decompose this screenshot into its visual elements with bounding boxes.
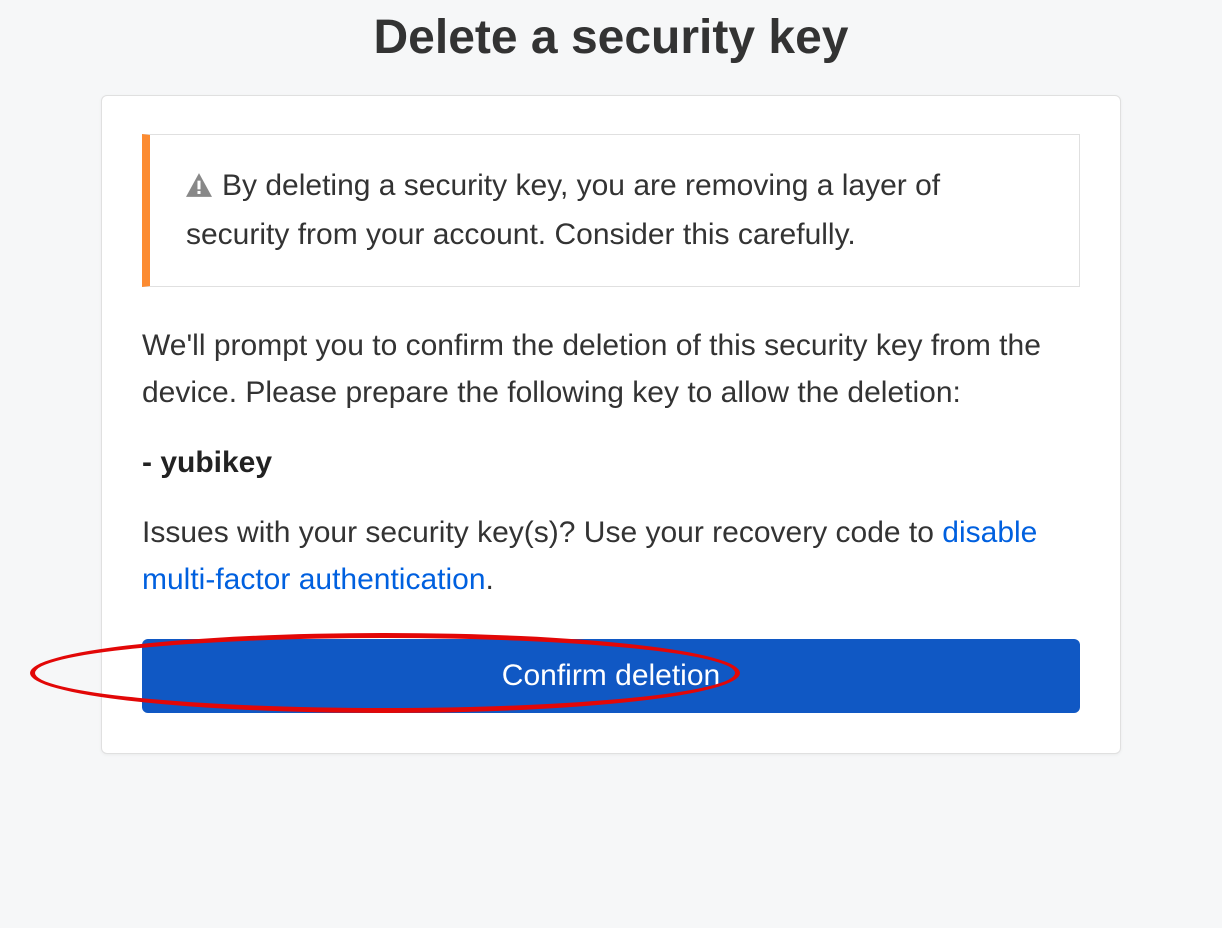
key-name-value: yubikey [160, 446, 272, 479]
issues-text: Issues with your security key(s)? Use yo… [142, 510, 1080, 603]
issues-after: . [486, 563, 494, 596]
warning-text: By deleting a security key, you are remo… [186, 163, 1043, 258]
warning-callout: By deleting a security key, you are remo… [142, 134, 1080, 287]
confirm-deletion-button[interactable]: Confirm deletion [142, 639, 1080, 713]
dialog-card: By deleting a security key, you are remo… [101, 95, 1121, 754]
key-prefix: - [142, 446, 160, 479]
key-item: - yubikey [142, 446, 1080, 480]
warning-message: By deleting a security key, you are remo… [186, 169, 940, 251]
warning-icon [186, 165, 212, 212]
issues-before: Issues with your security key(s)? Use yo… [142, 516, 942, 549]
page-title: Delete a security key [0, 0, 1222, 95]
prompt-text: We'll prompt you to confirm the deletion… [142, 323, 1080, 416]
